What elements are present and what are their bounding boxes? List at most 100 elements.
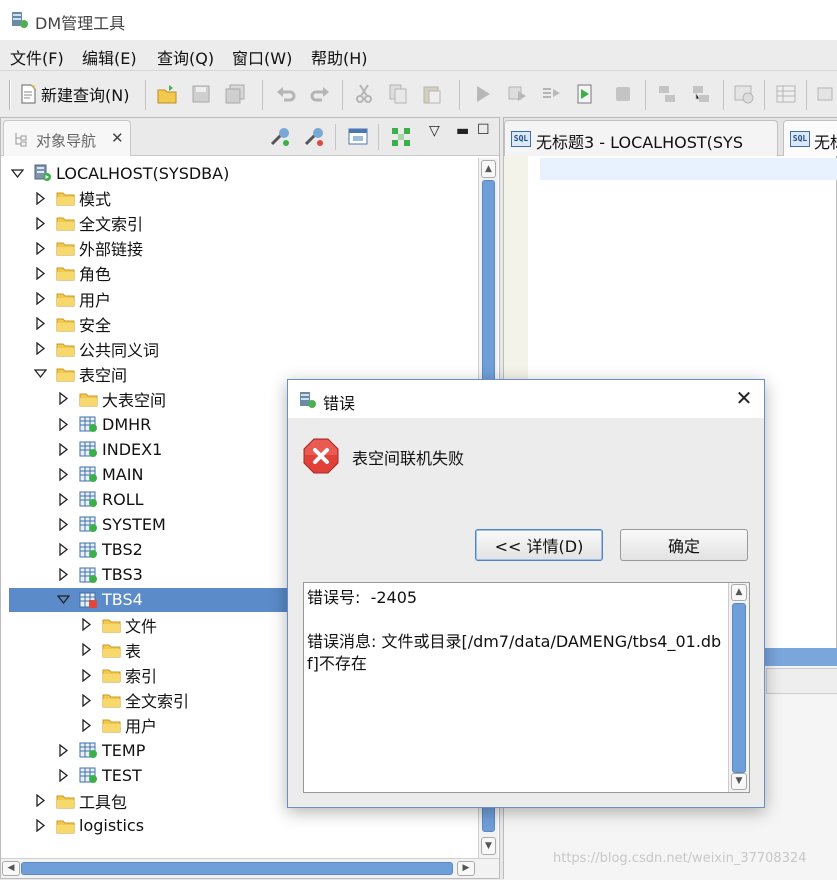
explain-icon[interactable]	[656, 83, 678, 105]
scroll-down-icon[interactable]: ▼	[731, 773, 747, 790]
cut-icon[interactable]	[353, 83, 375, 105]
stop-icon[interactable]	[612, 83, 634, 105]
collapsed-arrow-icon[interactable]	[34, 819, 47, 833]
copy-icon[interactable]	[387, 83, 409, 105]
menu-window[interactable]: 窗口(W)	[232, 45, 292, 69]
collapsed-arrow-icon[interactable]	[34, 191, 47, 205]
collapsed-arrow-icon[interactable]	[34, 292, 47, 305]
tree-node[interactable]: INDEX1	[57, 437, 162, 461]
maximize-icon[interactable]: ☐	[477, 122, 490, 138]
tree-node[interactable]: MAIN	[57, 462, 143, 486]
collapsed-arrow-icon[interactable]	[57, 417, 70, 431]
open-folder-icon[interactable]	[156, 83, 178, 105]
scroll-up-icon[interactable]: ▲	[731, 584, 747, 601]
close-icon[interactable]: ✕	[111, 129, 124, 147]
tree-node[interactable]: 全文索引	[80, 688, 189, 712]
collapsed-arrow-icon[interactable]	[57, 543, 70, 556]
tree-node[interactable]: logistics	[34, 814, 144, 838]
collapsed-arrow-icon[interactable]	[57, 442, 70, 456]
collapsed-arrow-icon[interactable]	[57, 743, 70, 757]
tree-node[interactable]: TEST	[57, 763, 142, 787]
collapsed-arrow-icon[interactable]	[57, 492, 70, 506]
ok-button[interactable]: 确定	[620, 529, 748, 561]
result-panel-tab[interactable]	[766, 668, 837, 694]
collapsed-arrow-icon[interactable]	[34, 241, 47, 255]
menu-query[interactable]: 查询(Q)	[157, 45, 214, 69]
collapsed-arrow-icon[interactable]	[34, 216, 47, 230]
close-icon[interactable]: ✕	[732, 386, 756, 410]
tree-node[interactable]: 工具包	[34, 789, 127, 813]
more-tools-icon[interactable]	[816, 83, 837, 105]
scroll-up-icon[interactable]: ▲	[481, 160, 496, 178]
view-menu-icon[interactable]: ▽	[429, 123, 440, 139]
run-selected-icon[interactable]	[506, 83, 528, 105]
tree-node[interactable]: DMHR	[57, 412, 151, 436]
expanded-arrow-icon[interactable]	[34, 367, 47, 380]
collapsed-arrow-icon[interactable]	[80, 668, 93, 682]
grid-icon[interactable]	[775, 83, 797, 105]
collapsed-arrow-icon[interactable]	[57, 467, 70, 481]
redo-icon[interactable]	[309, 83, 331, 105]
tab-object-navigator[interactable]: 对象导航 ✕	[3, 120, 131, 156]
details-scrollbar[interactable]: ▲ ▼	[728, 583, 749, 792]
collapsed-arrow-icon[interactable]	[57, 517, 70, 531]
collapsed-arrow-icon[interactable]	[34, 342, 47, 356]
scroll-down-icon[interactable]: ▼	[481, 837, 496, 855]
step-icon[interactable]	[540, 83, 562, 105]
tree-node[interactable]: 文件	[80, 613, 157, 637]
tree-node[interactable]: 表空间	[34, 362, 127, 386]
save-all-icon[interactable]	[224, 83, 246, 105]
collapsed-arrow-icon[interactable]	[80, 643, 93, 657]
details-button[interactable]: << 详情(D)	[475, 529, 603, 561]
collapsed-arrow-icon[interactable]	[57, 392, 70, 406]
collapsed-arrow-icon[interactable]	[34, 266, 47, 280]
tree-node[interactable]: ROLL	[57, 487, 144, 511]
menu-file[interactable]: 文件(F)	[10, 45, 64, 69]
explain-plan-icon[interactable]	[690, 83, 712, 105]
tree-node[interactable]: 用户	[34, 287, 111, 311]
tree-node[interactable]: LOCALHOST(SYSDBA)	[11, 161, 229, 185]
tree-node[interactable]: TEMP	[57, 738, 145, 762]
tree-node[interactable]: 表	[80, 638, 141, 662]
run-icon[interactable]	[472, 83, 494, 105]
collapsed-arrow-icon[interactable]	[34, 794, 47, 807]
collapsed-arrow-icon[interactable]	[80, 718, 93, 732]
details-scrollbar-thumb[interactable]	[732, 603, 746, 773]
tree-node[interactable]: 全文索引	[34, 211, 143, 235]
collapsed-arrow-icon[interactable]	[80, 618, 93, 632]
minimize-icon[interactable]: ▬	[456, 123, 469, 139]
save-icon[interactable]	[190, 83, 212, 105]
collapsed-arrow-icon[interactable]	[80, 693, 93, 707]
collapsed-arrow-icon[interactable]	[34, 317, 47, 331]
menu-help[interactable]: 帮助(H)	[311, 45, 368, 69]
tab-sql-editor-active[interactable]: SQL 无标题3 - LOCALHOST(SYS	[504, 120, 778, 156]
tree-node[interactable]: 公共同义词	[34, 337, 159, 361]
menu-edit[interactable]: 编辑(E)	[82, 45, 137, 69]
collapsed-arrow-icon[interactable]	[57, 568, 70, 582]
collapsed-arrow-icon[interactable]	[57, 768, 70, 782]
refresh-view-icon[interactable]	[347, 126, 369, 148]
tree-node[interactable]: 用户	[80, 713, 157, 737]
expanded-arrow-icon[interactable]	[11, 167, 24, 180]
disconnect-icon[interactable]	[303, 126, 325, 148]
expand-all-icon[interactable]	[390, 126, 412, 148]
error-details-textarea[interactable]: 错误号: -2405 错误消息: 文件或目录[/dm7/data/DAMENG/…	[303, 582, 750, 793]
paste-icon[interactable]	[421, 83, 443, 105]
scroll-left-icon[interactable]: ◀	[2, 861, 20, 876]
navigator-horizontal-scrollbar[interactable]: ◀ ▶	[1, 858, 499, 878]
history-icon[interactable]	[733, 83, 755, 105]
tree-node[interactable]: TBS3	[57, 563, 143, 587]
tree-node[interactable]: 模式	[34, 186, 111, 210]
undo-icon[interactable]	[275, 83, 297, 105]
new-query-button[interactable]: 新建查询(N)	[20, 81, 129, 107]
tree-node[interactable]: TBS2	[57, 538, 143, 562]
tree-node[interactable]: 大表空间	[57, 387, 166, 411]
tree-node[interactable]: 安全	[34, 312, 111, 336]
tree-node[interactable]: 索引	[80, 663, 157, 687]
tree-node[interactable]: 角色	[34, 261, 111, 285]
expanded-arrow-icon[interactable]	[57, 593, 70, 606]
horizontal-scrollbar-thumb[interactable]	[21, 862, 453, 875]
current-line-highlight[interactable]	[540, 158, 837, 180]
tree-node[interactable]: SYSTEM	[57, 512, 166, 536]
run-script-icon[interactable]	[574, 83, 596, 105]
